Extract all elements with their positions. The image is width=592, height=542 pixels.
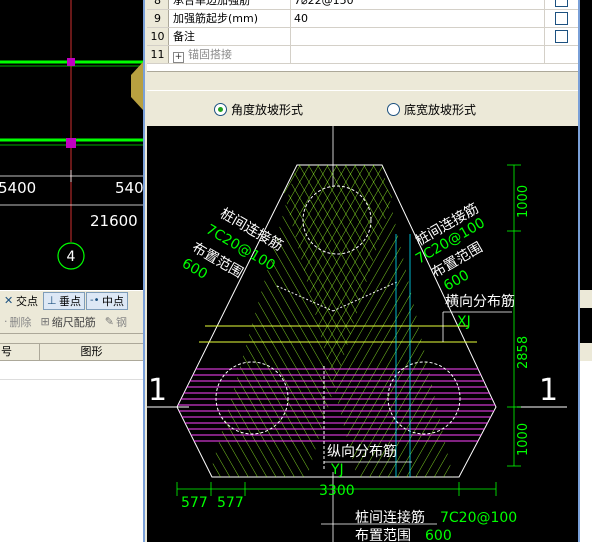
dim-text-577-b: 577 bbox=[217, 495, 244, 511]
perpendicular-label: 垂点 bbox=[59, 294, 81, 308]
scale-rebar-button[interactable]: ⊞ 缩尺配筋 bbox=[37, 313, 100, 331]
angle-slope-label: 角度放坡形式 bbox=[231, 103, 304, 117]
bottom-width-slope-option[interactable]: 底宽放坡形式 bbox=[387, 101, 476, 118]
horizontal-pink-rebar bbox=[177, 366, 496, 446]
dim-text-21600: 21600 bbox=[90, 212, 138, 230]
rebar-grid-header: 号 图形 bbox=[0, 343, 143, 361]
slope-mode-group: 角度放坡形式 底宽放坡形式 bbox=[147, 90, 578, 124]
column-node-top bbox=[67, 58, 75, 66]
longitudinal-rebar-code: YJ bbox=[330, 462, 344, 478]
scale-rebar-icon: ⊞ bbox=[40, 315, 50, 328]
delete-icon: · bbox=[4, 315, 8, 328]
bottom-label-spec: 7C20@100 bbox=[440, 510, 517, 526]
dim-text-top-1000: 1000 bbox=[516, 185, 531, 218]
row-number: 10 bbox=[147, 28, 169, 45]
property-checkbox[interactable] bbox=[555, 30, 568, 43]
bottom-label-600: 600 bbox=[425, 528, 452, 542]
property-value[interactable] bbox=[291, 28, 545, 45]
footing-edge bbox=[131, 62, 143, 110]
perpendicular-snap-button[interactable]: ⊥ 垂点 bbox=[43, 291, 85, 310]
cad-drawing-canvas[interactable]: 5400 540 21600 4 bbox=[0, 0, 143, 290]
perpendicular-icon: ⊥ bbox=[47, 293, 57, 307]
midpoint-icon: -• bbox=[90, 294, 100, 306]
transverse-rebar-code: XJ bbox=[457, 314, 471, 330]
section-mark-left: 1 bbox=[148, 373, 167, 408]
angle-slope-option[interactable]: 角度放坡形式 bbox=[214, 101, 303, 118]
property-row-8[interactable]: 8 承台单边加强筋 7⌀22@150 bbox=[147, 0, 578, 10]
angle-slope-radio[interactable] bbox=[214, 103, 227, 116]
dim-text-3300: 3300 bbox=[319, 483, 355, 499]
longitudinal-rebar-label: 纵向分布筋 bbox=[327, 443, 397, 460]
midpoint-label: 中点 bbox=[102, 294, 124, 308]
property-name: 加强筋起步(mm) bbox=[169, 10, 291, 27]
property-checkbox[interactable] bbox=[555, 0, 568, 7]
row-number: 9 bbox=[147, 10, 169, 27]
dim-text-bottom-1000: 1000 bbox=[516, 423, 531, 456]
property-value[interactable]: 7⌀22@150 bbox=[291, 0, 545, 9]
footing-parameter-dialog: 8 承台单边加强筋 7⌀22@150 9 加强筋起步(mm) 40 10 备注 … bbox=[143, 0, 580, 542]
property-row-10[interactable]: 10 备注 bbox=[147, 28, 578, 46]
delete-label: 删除 bbox=[9, 315, 32, 329]
bottom-width-slope-label: 底宽放坡形式 bbox=[404, 103, 477, 117]
dim-text-2858: 2858 bbox=[516, 336, 531, 369]
intersection-snap-button[interactable]: ✕ 交点 bbox=[0, 292, 42, 310]
property-row-9[interactable]: 9 加强筋起步(mm) 40 bbox=[147, 10, 578, 28]
dim-text-5400: 5400 bbox=[0, 179, 36, 197]
row-number: 8 bbox=[147, 0, 169, 9]
property-name: 锚固搭接 bbox=[188, 48, 232, 61]
cross-icon: ✕ bbox=[4, 293, 14, 307]
snap-toolbar: ✕ 交点 ⊥ 垂点 -• 中点 bbox=[0, 290, 143, 310]
col-number-header[interactable]: 号 bbox=[0, 344, 40, 360]
scale-rebar-label: 缩尺配筋 bbox=[51, 315, 96, 329]
dim-text-577-a: 577 bbox=[181, 495, 208, 511]
section-mark-right: 1 bbox=[539, 373, 558, 408]
delete-button[interactable]: · 删除 bbox=[0, 313, 36, 331]
transverse-rebar-label: 横向分布筋 bbox=[445, 293, 515, 310]
bottom-label-range: 布置范围 bbox=[355, 527, 411, 542]
midpoint-snap-button[interactable]: -• 中点 bbox=[86, 291, 128, 310]
property-value[interactable]: 40 bbox=[291, 10, 545, 27]
row-number: 11 bbox=[147, 46, 169, 63]
dim-text-540: 540 bbox=[115, 179, 143, 197]
axis-number: 4 bbox=[67, 249, 76, 265]
rebar-icon: ✎ bbox=[104, 315, 114, 328]
property-name: 备注 bbox=[169, 28, 291, 45]
property-name: 承台单边加强筋 bbox=[169, 0, 291, 9]
rebar-grid-body[interactable] bbox=[0, 361, 143, 542]
property-value[interactable] bbox=[291, 46, 545, 63]
property-row-11[interactable]: 11 + 锚固搭接 bbox=[147, 46, 578, 64]
bottom-label-tie-rebar: 桩间连接筋 bbox=[355, 509, 425, 526]
rebar-label: 钢 bbox=[115, 315, 127, 329]
grid-row[interactable] bbox=[0, 361, 143, 380]
expand-icon[interactable]: + bbox=[173, 52, 184, 63]
bottom-width-slope-radio[interactable] bbox=[387, 103, 400, 116]
col-shape-header[interactable]: 图形 bbox=[40, 344, 143, 360]
property-checkbox[interactable] bbox=[555, 12, 568, 25]
rebar-button[interactable]: ✎ 钢 bbox=[101, 313, 131, 331]
rebar-toolbar: · 删除 ⊞ 缩尺配筋 ✎ 钢 bbox=[0, 310, 143, 334]
triangle-footing-drawing: 1 1 1000 2858 1000 577 577 3300 桩间连接筋 7C… bbox=[147, 126, 567, 542]
property-table: 8 承台单边加强筋 7⌀22@150 9 加强筋起步(mm) 40 10 备注 … bbox=[147, 0, 578, 72]
main-window-edge bbox=[580, 0, 592, 542]
intersection-label: 交点 bbox=[16, 294, 38, 308]
cad-plan-view: 5400 540 21600 4 bbox=[0, 0, 143, 270]
horizontal-scroll-area[interactable] bbox=[147, 72, 578, 90]
footing-rebar-diagram: 1 1 1000 2858 1000 577 577 3300 桩间连接筋 7C… bbox=[147, 126, 578, 542]
column-node-bottom bbox=[66, 138, 76, 148]
